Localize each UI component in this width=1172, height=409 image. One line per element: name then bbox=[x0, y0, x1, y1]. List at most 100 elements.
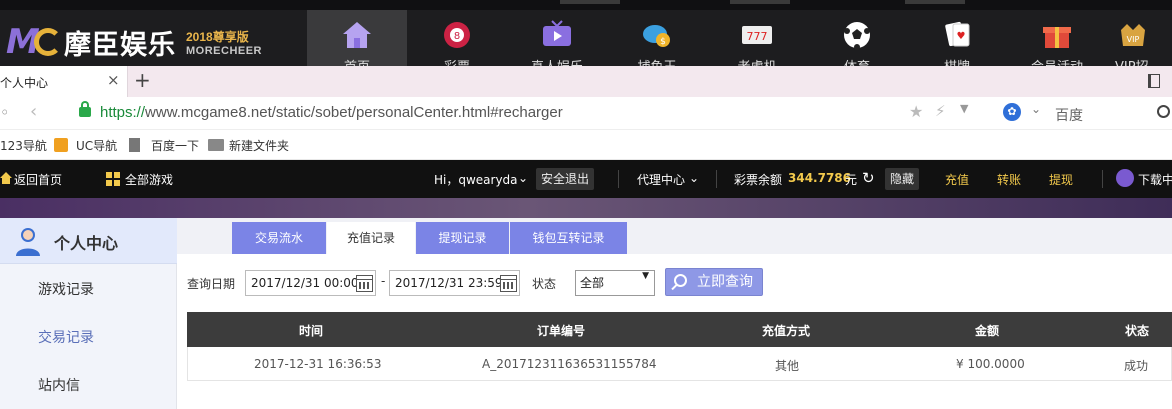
bookmark-item[interactable]: UC导航 bbox=[76, 137, 117, 154]
baidu-paw-icon[interactable]: ✿ bbox=[1003, 103, 1021, 121]
refresh-icon[interactable]: ↻ bbox=[862, 169, 875, 187]
sidebar-item-messages[interactable]: 站内信 bbox=[0, 361, 177, 409]
sidebar: 个人中心 游戏记录 交易记录 站内信 bbox=[0, 218, 177, 409]
divider bbox=[716, 170, 717, 188]
tab-transaction-flow[interactable]: 交易流水 bbox=[232, 222, 326, 254]
status-select-value: 全部 bbox=[580, 276, 605, 290]
query-button-label: 立即查询 bbox=[697, 274, 753, 290]
chevron-down-icon[interactable]: ⌄ bbox=[1031, 102, 1041, 116]
download-link[interactable]: 下载中 bbox=[1138, 171, 1172, 188]
site-user-bar: 返回首页 全部游戏 Hi，qwearyda ⌄ 安全退出 代理中心 ⌄ 彩票余额… bbox=[0, 160, 1172, 198]
nav-label: VIP招 bbox=[1115, 56, 1167, 66]
query-button[interactable]: 立即查询 bbox=[665, 268, 763, 296]
nav-item-promotions[interactable]: 会员活动 bbox=[1007, 10, 1107, 66]
nav-label: 体育 bbox=[807, 56, 907, 66]
divider bbox=[618, 170, 619, 188]
status-select[interactable]: 全部 ▼ bbox=[575, 270, 655, 296]
nav-label: 彩票 bbox=[407, 56, 507, 66]
start-date-input[interactable]: 2017/12/31 00:00 bbox=[245, 270, 376, 296]
browser-tab[interactable]: 个人中心 × bbox=[0, 66, 128, 97]
logout-button[interactable]: 安全退出 bbox=[536, 168, 595, 190]
cell-method: 其他 bbox=[775, 359, 800, 373]
table-header: 时间 订单编号 充值方式 金额 状态 bbox=[187, 312, 1172, 347]
column-header-time: 时间 bbox=[299, 324, 324, 338]
all-games-link[interactable]: 全部游戏 bbox=[125, 171, 173, 188]
folder-icon bbox=[208, 139, 224, 151]
home-icon bbox=[343, 22, 371, 48]
search-engine-input[interactable]: 百度 bbox=[1055, 105, 1083, 125]
recharge-link[interactable]: 充值 bbox=[945, 171, 969, 188]
svg-text:VIP: VIP bbox=[1127, 35, 1140, 44]
nav-label: 老虎机 bbox=[707, 56, 807, 66]
nav-label: 真人娱乐 bbox=[507, 56, 607, 66]
url-path: www.mcgame8.net/static/sobet/personalCen… bbox=[145, 104, 563, 121]
fish-coin-icon: $ bbox=[643, 25, 670, 47]
user-greeting[interactable]: Hi，qwearyda bbox=[434, 171, 518, 188]
chevron-down-icon[interactable]: ⌄ bbox=[518, 171, 528, 185]
tab-withdraw-records[interactable]: 提现记录 bbox=[416, 222, 509, 254]
nav-item-lottery[interactable]: 8 彩票 bbox=[407, 10, 507, 66]
lock-icon bbox=[79, 101, 91, 117]
history-icon[interactable]: ◦ bbox=[0, 103, 9, 122]
chevron-down-icon[interactable]: ⌄ bbox=[689, 171, 699, 185]
nav-item-live[interactable]: 真人娱乐 bbox=[507, 10, 607, 66]
star-icon[interactable]: ★ bbox=[909, 102, 923, 121]
nav-item-vip[interactable]: VIP VIP招 bbox=[1107, 10, 1167, 66]
nav-item-home[interactable]: 首页 bbox=[307, 10, 407, 66]
page-icon bbox=[129, 138, 140, 152]
withdraw-link[interactable]: 提现 bbox=[1049, 171, 1073, 188]
logo-mark-icon: M bbox=[6, 22, 62, 62]
back-home-link[interactable]: 返回首页 bbox=[14, 171, 62, 188]
url-protocol: https:// bbox=[100, 104, 146, 121]
column-header-method: 充值方式 bbox=[762, 324, 811, 338]
cell-time: 2017-12-31 16:36:53 bbox=[254, 357, 382, 371]
search-icon[interactable] bbox=[1157, 105, 1170, 118]
end-date-value: 2017/12/31 23:59 bbox=[395, 276, 503, 290]
svg-text:777: 777 bbox=[747, 30, 768, 43]
svg-text:♥: ♥ bbox=[957, 31, 966, 42]
back-icon[interactable]: ‹ bbox=[30, 101, 37, 122]
url-input[interactable]: https://www.mcgame8.net/static/sobet/per… bbox=[100, 104, 563, 121]
divider bbox=[1102, 170, 1103, 188]
address-bar: ◦ ‹ https://www.mcgame8.net/static/sobet… bbox=[0, 97, 1172, 130]
nav-item-sports[interactable]: 体育 bbox=[807, 10, 907, 66]
new-tab-button[interactable]: + bbox=[134, 68, 151, 92]
soccer-ball-icon bbox=[844, 22, 870, 50]
calendar-icon[interactable] bbox=[356, 275, 373, 292]
site-header-top-stripe bbox=[0, 0, 1172, 10]
close-icon[interactable]: × bbox=[107, 71, 120, 89]
bolt-icon[interactable]: ⚡ bbox=[935, 102, 946, 120]
bookmark-item[interactable]: 百度一下 bbox=[151, 137, 199, 154]
transfer-link[interactable]: 转账 bbox=[997, 171, 1021, 188]
sidebar-item-label: 游戏记录 bbox=[38, 282, 94, 298]
tab-wallet-transfer-records[interactable]: 钱包互转记录 bbox=[510, 222, 627, 254]
download-icon bbox=[1116, 169, 1134, 187]
sidebar-item-transaction-records[interactable]: 交易记录 bbox=[0, 313, 177, 361]
tab-recharge-records[interactable]: 充值记录 bbox=[327, 222, 415, 254]
bookmark-item[interactable]: 123导航 bbox=[0, 137, 47, 154]
agent-center-link[interactable]: 代理中心 bbox=[637, 171, 685, 188]
sidebar-item-game-records[interactable]: 游戏记录 bbox=[0, 265, 177, 313]
hide-balance-button[interactable]: 隐藏 bbox=[885, 168, 920, 190]
tv-icon bbox=[543, 20, 571, 46]
table-row: 2017-12-31 16:36:53 A_20171231163653115​… bbox=[187, 347, 1172, 381]
end-date-input[interactable]: 2017/12/31 23:59 bbox=[389, 270, 520, 296]
decorative-banner bbox=[0, 198, 1172, 218]
sidebar-header: 个人中心 bbox=[0, 218, 177, 264]
gift-box-icon bbox=[1043, 27, 1071, 48]
column-header-order-id: 订单编号 bbox=[537, 324, 586, 338]
bookmark-item[interactable]: 新建文件夹 bbox=[229, 137, 289, 154]
main-panel: 交易流水 充值记录 提现记录 钱包互转记录 查询日期 2017/12/31 00… bbox=[177, 218, 1172, 409]
stripe-block bbox=[560, 0, 620, 4]
nav-item-cards[interactable]: ♥ 棋牌 bbox=[907, 10, 1007, 66]
site-logo[interactable]: M 摩臣娱乐 2018尊享版 MORECHEER bbox=[6, 22, 262, 62]
nav-label: 棋牌 bbox=[907, 56, 1007, 66]
sidebar-toggle-icon[interactable] bbox=[1148, 74, 1160, 88]
nav-item-slots[interactable]: 777 老虎机 bbox=[707, 10, 807, 66]
date-label: 查询日期 bbox=[187, 277, 236, 291]
calendar-icon[interactable] bbox=[500, 275, 517, 292]
nav-item-fishing[interactable]: $ 捕鱼王 bbox=[607, 10, 707, 66]
balance-value: 344.7786 bbox=[788, 171, 852, 185]
site-header: M 摩臣娱乐 2018尊享版 MORECHEER 首页 8 彩票 真人娱乐 $ bbox=[0, 0, 1172, 66]
chevron-down-icon[interactable]: ▼ bbox=[960, 102, 968, 115]
